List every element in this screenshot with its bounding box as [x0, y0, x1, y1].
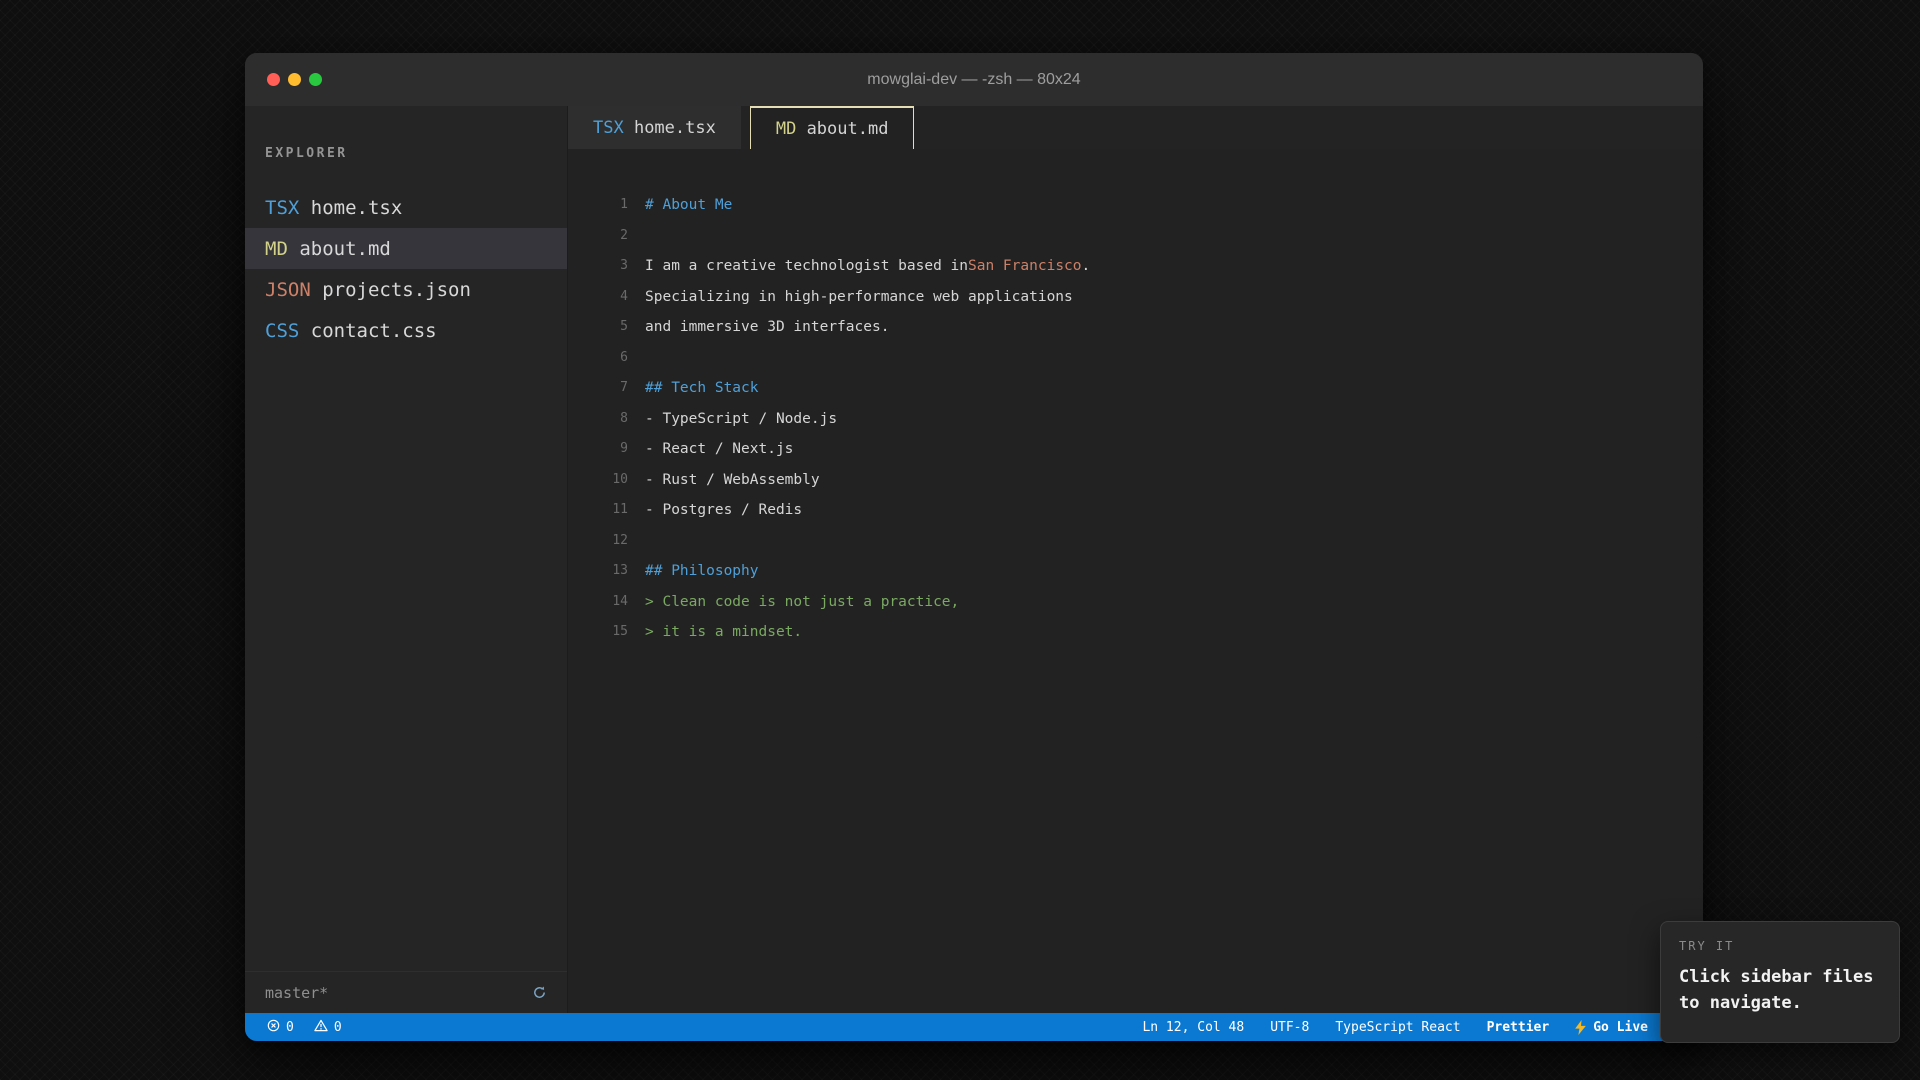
code-text: ## Philosophy — [645, 556, 759, 587]
status-right-group: Ln 12, Col 48 UTF-8 TypeScript React Pretti… — [1142, 1020, 1648, 1035]
editor-line: 13 ## Philosophy — [568, 556, 1703, 587]
warnings-count: 0 — [334, 1020, 342, 1035]
editor-line: 7 ## Tech Stack — [568, 373, 1703, 404]
line-number: 9 — [568, 434, 628, 465]
code-text: - React / Next.js — [645, 434, 793, 465]
editor-main: TSX home.tsxMD about.md 1# About Me23I a… — [568, 106, 1703, 1013]
code-text: > Clean code is not just a practice, — [645, 587, 959, 618]
editor-line: 10 - Rust / WebAssembly — [568, 465, 1703, 496]
status-item-typescript-react[interactable]: TypeScript React — [1335, 1020, 1460, 1035]
line-number: 5 — [568, 312, 628, 343]
status-item-label: Go Live — [1593, 1020, 1648, 1035]
errors-indicator[interactable]: 0 — [267, 1019, 294, 1036]
tooltip-label: TRY IT — [1679, 939, 1881, 953]
editor-line: 15 > it is a mindset. — [568, 617, 1703, 648]
tooltip-text: Click sidebar files to navigate. — [1679, 964, 1881, 1017]
editor-line: 14 > Clean code is not just a practice, — [568, 587, 1703, 618]
code-text: I am a creative technologist based inSan… — [645, 251, 1090, 282]
tab-home.tsx[interactable]: TSX home.tsx — [568, 106, 741, 149]
editor-window: mowglai-dev — -zsh — 80x24 EXPLORER TSX … — [245, 53, 1703, 1041]
try-it-tooltip: TRY IT Click sidebar files to navigate. — [1660, 921, 1900, 1043]
line-number: 2 — [568, 221, 628, 252]
warning-icon — [314, 1019, 328, 1036]
tab-label: home.tsx — [634, 118, 716, 138]
status-problems[interactable]: 0 0 — [267, 1019, 342, 1036]
status-item-label: Ln 12, Col 48 — [1142, 1020, 1244, 1035]
editor-line: 9 - React / Next.js — [568, 434, 1703, 465]
line-number: 4 — [568, 282, 628, 313]
code-text: - TypeScript / Node.js — [645, 404, 837, 435]
file-type-badge: JSON — [265, 279, 322, 301]
tab-about.md[interactable]: MD about.md — [750, 106, 915, 149]
line-number: 10 — [568, 465, 628, 496]
line-number: 12 — [568, 526, 628, 557]
file-type-badge: CSS — [265, 320, 311, 342]
file-name: about.md — [299, 238, 391, 260]
file-list: TSX home.tsxMD about.mdJSON projects.jso… — [245, 187, 567, 351]
error-icon — [267, 1019, 280, 1036]
line-number: 7 — [568, 373, 628, 404]
code-text: - Postgres / Redis — [645, 495, 802, 526]
line-number: 13 — [568, 556, 628, 587]
editor-pane[interactable]: 1 # About Me 23 I am a creative technologis… — [568, 149, 1703, 1013]
sidebar-item-home.tsx[interactable]: TSX home.tsx — [245, 187, 567, 228]
editor-line: 12 — [568, 526, 1703, 557]
file-name: home.tsx — [311, 197, 403, 219]
editor-line: 5 and immersive 3D interfaces. — [568, 312, 1703, 343]
line-number: 11 — [568, 495, 628, 526]
sync-icon[interactable] — [532, 985, 547, 1000]
errors-count: 0 — [286, 1020, 294, 1035]
code-text: Specializing in high-performance web app… — [645, 282, 1073, 313]
file-type-badge: TSX — [265, 197, 311, 219]
editor-line: 11 - Postgres / Redis — [568, 495, 1703, 526]
warnings-indicator[interactable]: 0 — [314, 1019, 342, 1036]
editor-line: 6 — [568, 343, 1703, 374]
code-text: ## Tech Stack — [645, 373, 759, 404]
status-bar: 0 0 Ln 12, Col 48 UTF-8 TypeScript React Pr… — [245, 1013, 1703, 1041]
line-number: 1 — [568, 190, 628, 221]
editor-line: 2 — [568, 221, 1703, 252]
file-type-badge: TSX — [593, 118, 634, 138]
window-titlebar: mowglai-dev — -zsh — 80x24 — [245, 53, 1703, 106]
line-number: 14 — [568, 587, 628, 618]
editor-line: 3 I am a creative technologist based inSa… — [568, 251, 1703, 282]
editor-line: 8 - TypeScript / Node.js — [568, 404, 1703, 435]
status-item-prettier[interactable]: Prettier — [1487, 1020, 1550, 1035]
file-name: contact.css — [311, 320, 437, 342]
line-number: 8 — [568, 404, 628, 435]
file-type-badge: MD — [265, 238, 299, 260]
sidebar-item-contact.css[interactable]: CSS contact.css — [245, 310, 567, 351]
tab-bar: TSX home.tsxMD about.md — [568, 106, 1703, 149]
status-item-label: UTF-8 — [1270, 1020, 1309, 1035]
code-text: - Rust / WebAssembly — [645, 465, 820, 496]
line-number: 15 — [568, 617, 628, 648]
sidebar-item-projects.json[interactable]: JSON projects.json — [245, 269, 567, 310]
desktop-background: mowglai-dev — -zsh — 80x24 EXPLORER TSX … — [0, 0, 1920, 1080]
line-number: 6 — [568, 343, 628, 374]
explorer-header: EXPLORER — [265, 146, 567, 161]
status-item-utf-8[interactable]: UTF-8 — [1270, 1020, 1309, 1035]
editor-line: 4 Specializing in high-performance web ap… — [568, 282, 1703, 313]
sidebar: EXPLORER TSX home.tsxMD about.mdJSON pro… — [245, 106, 568, 1013]
code-text: # About Me — [645, 190, 732, 221]
sidebar-footer: master* — [245, 971, 567, 1013]
status-item-ln-12-col-48[interactable]: Ln 12, Col 48 — [1142, 1020, 1244, 1035]
code-text: > it is a mindset. — [645, 617, 802, 648]
window-body: EXPLORER TSX home.tsxMD about.mdJSON pro… — [245, 106, 1703, 1013]
status-item-label: TypeScript React — [1335, 1020, 1460, 1035]
tab-label: about.md — [807, 119, 889, 139]
code-text: and immersive 3D interfaces. — [645, 312, 889, 343]
status-item-go-live[interactable]: Go Live — [1575, 1020, 1648, 1035]
line-number: 3 — [568, 251, 628, 282]
sidebar-item-about.md[interactable]: MD about.md — [245, 228, 567, 269]
editor-line: 1 # About Me — [568, 190, 1703, 221]
git-branch-label[interactable]: master* — [265, 984, 328, 1002]
lightning-bolt-icon — [1575, 1020, 1586, 1035]
file-type-badge: MD — [776, 119, 807, 139]
file-name: projects.json — [322, 279, 471, 301]
status-item-label: Prettier — [1487, 1020, 1550, 1035]
window-title: mowglai-dev — -zsh — 80x24 — [245, 71, 1703, 89]
